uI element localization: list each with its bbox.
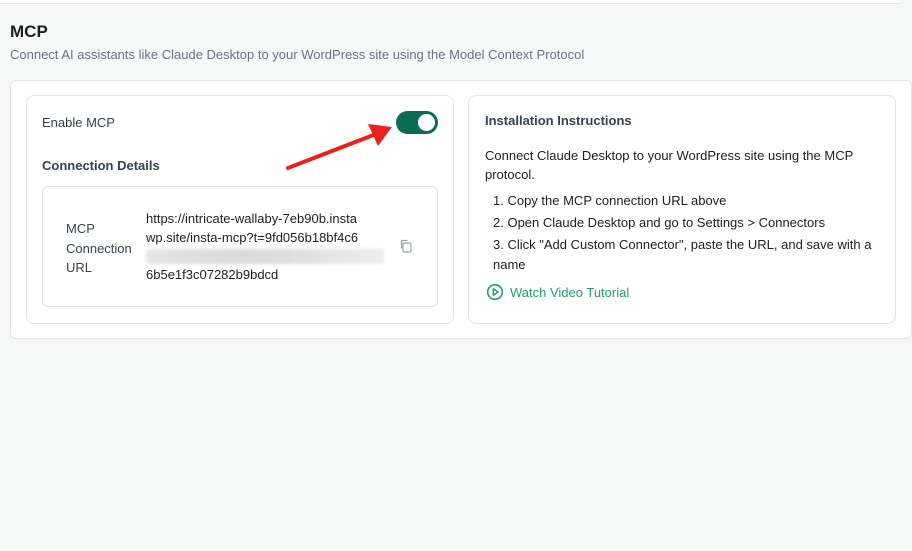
connection-url-line-2[interactable]: wp.site/insta-mcp?t=9fd056b18bf4c6: [146, 230, 358, 245]
mcp-settings-page: MCP Connect AI assistants like Claude De…: [0, 0, 912, 551]
connection-url-label: MCP Connection URL: [66, 221, 132, 275]
toggle-knob: [418, 114, 435, 131]
instruction-step: 1. Copy the MCP connection URL above: [493, 193, 727, 208]
connection-url-line-3[interactable]: 6b5e1f3c07282b9bdcd: [146, 267, 278, 282]
installation-description: Connect Claude Desktop to your WordPress…: [485, 148, 854, 182]
annotation-arrow: [286, 124, 392, 170]
instruction-step: 3. Click "Add Custom Connector", paste t…: [493, 237, 872, 272]
enable-mcp-label: Enable MCP: [42, 115, 115, 130]
enable-mcp-toggle[interactable]: [396, 111, 438, 134]
instruction-step: 2. Open Claude Desktop and go to Setting…: [493, 215, 826, 230]
play-circle-icon: [486, 283, 504, 301]
copy-icon[interactable]: [399, 239, 413, 253]
top-divider: [0, 0, 900, 4]
page-title: MCP: [10, 22, 48, 41]
watch-video-tutorial-link[interactable]: Watch Video Tutorial: [486, 283, 629, 301]
redacted-url-segment: [146, 249, 384, 264]
installation-instructions-title: Installation Instructions: [485, 113, 632, 128]
connection-details-heading: Connection Details: [42, 158, 160, 173]
page-subtitle: Connect AI assistants like Claude Deskto…: [10, 47, 585, 62]
watch-video-tutorial-label: Watch Video Tutorial: [510, 284, 630, 300]
connection-url-line-1[interactable]: https://intricate-wallaby-7eb90b.insta: [146, 211, 357, 226]
